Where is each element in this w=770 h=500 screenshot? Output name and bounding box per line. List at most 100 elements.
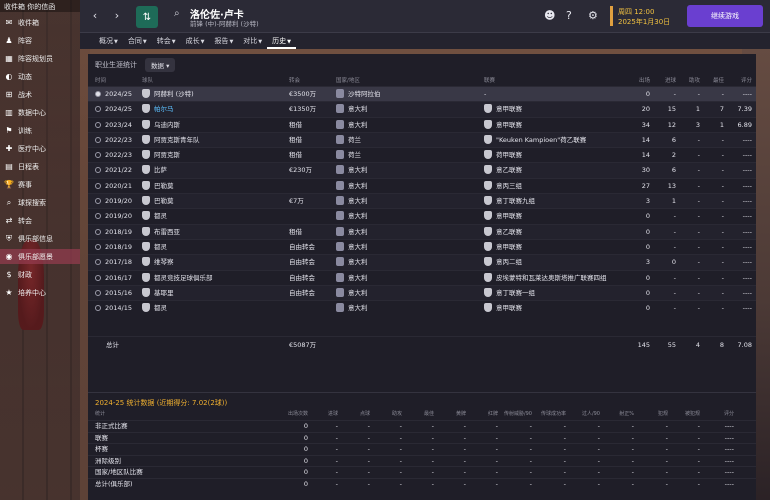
cell-league[interactable]: 意甲联赛	[484, 240, 626, 254]
cell-league[interactable]: 荷甲联赛	[484, 148, 626, 162]
row-radio[interactable]	[95, 198, 101, 205]
table-row[interactable]: 2019/20 巴勒莫 €7万 意大利 意丁联赛九组 3 1- - ----	[88, 193, 756, 209]
row-radio[interactable]	[95, 167, 101, 174]
row-radio[interactable]	[95, 91, 101, 97]
cell-league[interactable]: 皮埃蒙特和瓦莱达奥斯塔推广联赛四组	[484, 271, 626, 285]
cell-club[interactable]: 阿赫利 (沙特)	[142, 87, 287, 101]
cell-club[interactable]: 阿贾克斯青年队	[142, 133, 287, 147]
tab-4[interactable]: 报告▼	[209, 33, 238, 49]
row-radio[interactable]	[95, 228, 101, 235]
tab-3[interactable]: 成长▼	[181, 33, 210, 49]
sidebar-item-7[interactable]: ✚ 医疗中心	[0, 141, 80, 156]
stats-col-14[interactable]: 评分	[694, 410, 734, 418]
cell-league[interactable]: 意乙联赛	[484, 163, 626, 177]
table-row[interactable]: 2018/19 布雷西亚 租借 意大利 意乙联赛 0- - - ----	[88, 223, 756, 239]
table-row[interactable]: 2020/21 巴勒莫 意大利 意丙三组 27 13- - ----	[88, 177, 756, 193]
cell-club[interactable]: 乌迪内斯	[142, 118, 287, 132]
col-club[interactable]: 球队	[142, 76, 153, 86]
cell-league[interactable]: 意甲联赛	[484, 301, 626, 315]
cell-club[interactable]: 比萨	[142, 163, 287, 177]
table-row[interactable]: 2017/18 维琴察 自由转会 意大利 意丙二组 3 0- - ----	[88, 254, 756, 270]
sidebar-item-13[interactable]: ◉ 俱乐部愿景	[0, 249, 80, 264]
cell-club[interactable]: 维琴察	[142, 255, 287, 269]
back-arrow-icon[interactable]: ‹	[88, 9, 102, 23]
table-row[interactable]: 2018/19 都灵 自由转会 意大利 意甲联赛 0- - - ----	[88, 238, 756, 254]
table-row[interactable]: 2014/15 都灵 意大利 意甲联赛 0- - - ----	[88, 300, 756, 315]
table-row[interactable]: 2022/23 阿贾克斯 租借 荷兰 荷甲联赛 14 2- - ----	[88, 147, 756, 162]
col-apps[interactable]: 出场	[628, 76, 650, 86]
table-row[interactable]: 2023/24 乌迪内斯 租借 意大利 意甲联赛 34 12 3 1 6.89	[88, 116, 756, 132]
help-icon[interactable]: ?	[566, 9, 572, 22]
sidebar-item-8[interactable]: ▤ 日程表	[0, 159, 80, 174]
sidebar-item-11[interactable]: ⇄ 转会	[0, 213, 80, 228]
cell-club[interactable]: 都灵	[142, 301, 287, 315]
col-goals[interactable]: 进球	[654, 76, 676, 86]
row-radio[interactable]	[95, 136, 101, 143]
cell-league[interactable]: 意丁联赛九组	[484, 194, 626, 208]
row-radio[interactable]	[95, 106, 101, 113]
cell-league[interactable]: 意甲联赛	[484, 118, 626, 132]
sidebar-item-3[interactable]: ◐ 动态	[0, 69, 80, 84]
gear-icon[interactable]: ⚙	[588, 9, 598, 22]
sidebar-item-1[interactable]: ♟ 阵容	[0, 33, 80, 48]
stats-col-0[interactable]: 统计	[95, 410, 105, 418]
sidebar-item-10[interactable]: ⌕ 球探搜索	[0, 195, 80, 210]
cell-league[interactable]: 意丁联赛一组	[484, 286, 626, 300]
forward-arrow-icon[interactable]: ›	[110, 9, 124, 23]
cell-league[interactable]: "Keuken Kampioen"荷乙联赛	[484, 133, 626, 147]
table-row[interactable]: 2024/25 阿赫利 (沙特) €3500万 沙特阿拉伯 -0- - - ----	[88, 86, 756, 102]
continue-button[interactable]: 继续游戏	[687, 5, 763, 27]
cell-club[interactable]: 巴勒莫	[142, 194, 287, 208]
cell-league[interactable]: 意丙二组	[484, 255, 626, 269]
row-radio[interactable]	[95, 243, 101, 250]
col-nation[interactable]: 国家/地区	[336, 76, 360, 86]
sidebar-item-14[interactable]: $ 财政	[0, 267, 80, 282]
cell-league[interactable]: 意乙联赛	[484, 225, 626, 239]
sidebar-item-2[interactable]: ▦ 阵容规划员	[0, 51, 80, 66]
row-radio[interactable]	[95, 182, 101, 189]
row-radio[interactable]	[95, 121, 101, 128]
cell-club[interactable]: 帕尔马	[142, 102, 287, 116]
tab-0[interactable]: 概况▼	[94, 33, 123, 49]
table-row[interactable]: 2019/20 都灵 意大利 意甲联赛 0- - - ----	[88, 208, 756, 223]
manager-face-icon[interactable]: ☻	[544, 9, 555, 22]
row-radio[interactable]	[95, 274, 101, 281]
cell-club[interactable]: 都灵	[142, 209, 287, 223]
cell-league[interactable]: 意丙三组	[484, 179, 626, 193]
col-fee[interactable]: 转会	[289, 76, 300, 86]
cell-club[interactable]: 巴勒莫	[142, 179, 287, 193]
row-radio[interactable]	[95, 213, 101, 220]
sidebar-item-0[interactable]: ✉ 收件箱	[0, 15, 80, 30]
player-shirt-icon[interactable]: ⇅	[136, 6, 158, 28]
tab-2[interactable]: 转会▼	[152, 33, 181, 49]
data-dropdown-button[interactable]: 数据 ▾	[145, 58, 176, 72]
search-icon[interactable]: ⌕	[174, 8, 180, 19]
sidebar-item-15[interactable]: ★ 培养中心	[0, 285, 80, 300]
row-radio[interactable]	[95, 259, 101, 266]
sidebar-item-6[interactable]: ⚑ 训练	[0, 123, 80, 138]
table-row[interactable]: 2021/22 比萨 €230万 意大利 意乙联赛 30 6- - ----	[88, 162, 756, 178]
tab-6[interactable]: 历史▼	[267, 33, 297, 49]
table-row[interactable]: 2024/25 帕尔马 €1350万 意大利 意甲联赛 20 15 1 7 7.39	[88, 101, 756, 117]
cell-league[interactable]: 意甲联赛	[484, 209, 626, 223]
row-radio[interactable]	[95, 305, 101, 312]
col-league[interactable]: 联赛	[484, 76, 495, 86]
sidebar-item-12[interactable]: ⛨ 俱乐部信息	[0, 231, 80, 246]
table-row[interactable]: 2015/16 基耶里 自由转会 意大利 意丁联赛一组 0- - - ----	[88, 284, 756, 301]
cell-league[interactable]: 意甲联赛	[484, 102, 626, 116]
col-pom[interactable]: 最佳	[702, 76, 724, 86]
row-radio[interactable]	[95, 152, 101, 159]
sidebar-item-9[interactable]: 🏆 赛事	[0, 177, 80, 192]
cell-club[interactable]: 都灵	[142, 240, 287, 254]
table-row[interactable]: 2016/17 都灵竞技足球俱乐部 自由转会 意大利 皮埃蒙特和瓦莱达奥斯塔推广联赛四组…	[88, 269, 756, 285]
tab-1[interactable]: 合同▼	[123, 33, 152, 49]
col-rating[interactable]: 评分	[728, 76, 752, 86]
cell-league[interactable]: -	[484, 87, 626, 101]
sidebar-item-5[interactable]: ▥ 数据中心	[0, 105, 80, 120]
cell-club[interactable]: 阿贾克斯	[142, 148, 287, 162]
col-assists[interactable]: 助攻	[678, 76, 700, 86]
row-radio[interactable]	[95, 289, 101, 296]
table-row[interactable]: 2022/23 阿贾克斯青年队 租借 荷兰 "Keuken Kampioen"荷乙联赛 1…	[88, 131, 756, 148]
cell-club[interactable]: 都灵竞技足球俱乐部	[142, 271, 287, 285]
col-season[interactable]: 时间	[95, 76, 106, 86]
